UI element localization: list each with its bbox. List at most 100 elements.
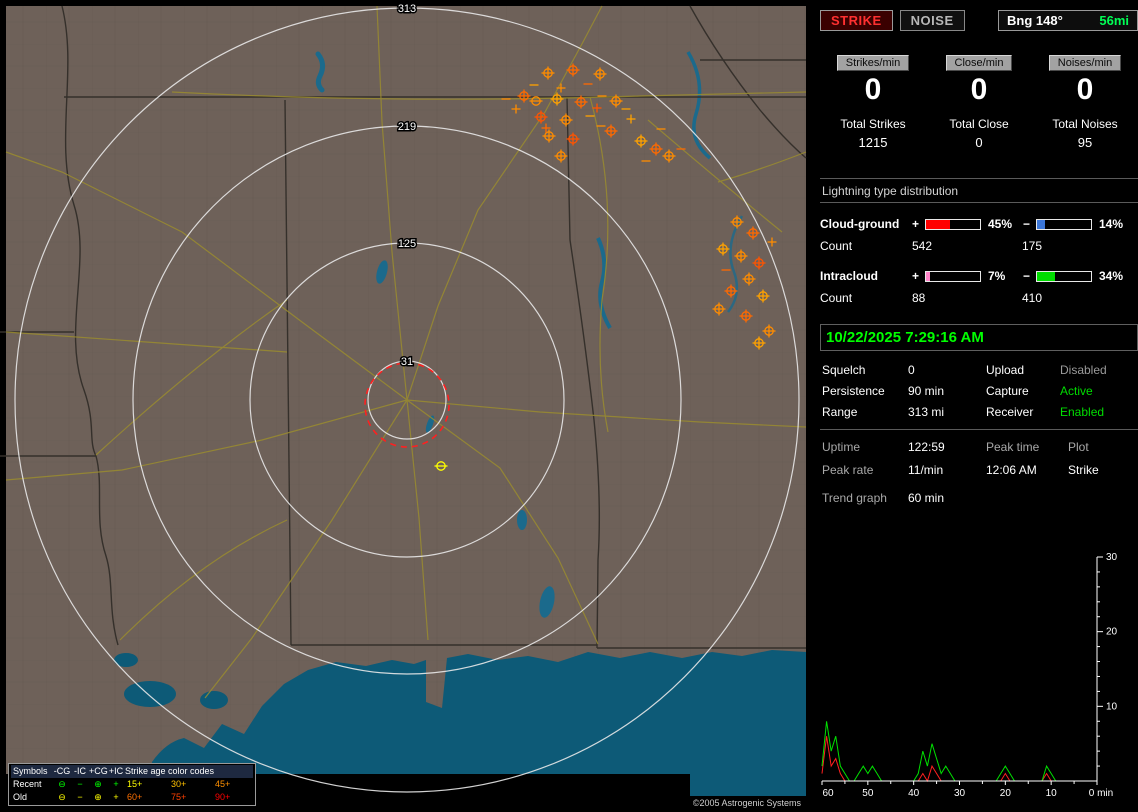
pos-ic-icon: + [113,792,119,802]
y-tick-label: 20 [1106,627,1118,638]
intracloud-row: Intracloud + 7% − 34% [820,269,1138,283]
ic-plus-count: 88 [912,291,926,305]
range-ring-label: 219 [398,121,416,133]
bearing-display: Bng 148° 56mi [998,10,1138,31]
intracloud-count-row: Count 88 410 [820,291,1138,305]
bearing-distance: 56mi [1099,13,1129,28]
legend-old-label: Old [13,792,28,802]
minus-sign: − [1023,269,1031,283]
ic-minus-bar [1036,270,1092,282]
trend-series-strike [821,721,1097,782]
legend-col-neg-ic: -IC [74,766,86,776]
distribution-title: Lightning type distribution [820,179,1138,203]
cloud-ground-row: Cloud-ground + 45% − 14% [820,217,1138,231]
peak-rate-value: 11/min [908,463,944,477]
strikes-per-min-value: 0 [864,73,882,106]
neg-cg-icon: ⊖ [58,779,66,789]
rate-labels-row: Strikes/min Close/min Noises/min [820,55,1138,71]
strike-indicator-button[interactable]: STRIKE [820,10,893,31]
legend-recent-row: Recent ⊖ − ⊕ + 15+ 30+ 45+ [11,778,253,791]
cloud-ground-count-row: Count 542 175 [820,239,1138,253]
age-60: 60+ [127,792,143,802]
total-strikes-value: 1215 [858,135,888,150]
lightning-detector-app: 313 219 125 31 Symbols -CG -IC +CG +IC Stri… [0,0,1138,812]
cloud-ground-label: Cloud-ground [820,217,900,231]
x-tick-label: 20 [1000,788,1012,799]
squelch-value: 0 [908,363,915,377]
receiver-label: Receiver [986,405,1034,419]
ic-minus-count: 410 [1022,291,1043,305]
map-area[interactable]: 313 219 125 31 Symbols -CG -IC +CG +IC Stri… [0,0,812,812]
cg-minus-pct: 14% [1099,217,1124,231]
ic-minus-pct: 34% [1099,269,1124,283]
close-per-min-value: 0 [970,73,988,106]
cg-plus-count: 542 [912,239,933,253]
upload-label: Upload [986,363,1025,377]
age-15: 15+ [127,779,143,789]
total-strikes-label: Total Strikes [840,117,906,131]
age-45: 45+ [215,779,231,789]
neg-ic-icon: − [77,779,83,789]
noise-indicator-button[interactable]: NOISE [899,10,965,31]
legend-col-pos-cg: +CG [89,766,108,776]
persistence-value: 90 min [908,384,945,398]
cg-plus-bar [925,218,981,230]
range-value: 313 mi [908,405,945,419]
map-canvas[interactable]: 313 219 125 31 [0,0,812,812]
count-label: Count [820,239,853,253]
control-panel: STRIKE NOISE Bng 148° 56mi Strikes/min C… [812,0,1138,812]
x-tick-label: 50 [862,788,874,799]
close-per-min-button[interactable]: Close/min [945,55,1013,71]
legend-col-pos-ic: +IC [108,766,124,776]
x-axis-end-label: 0 min [1089,788,1113,799]
total-close-value: 0 [975,135,983,150]
uptime-value: 122:59 [908,440,945,454]
trend-series-close [821,736,1097,783]
age-30: 30+ [171,779,187,789]
pos-ic-icon: + [113,779,119,789]
legend-old-row: Old ⊖ − ⊕ + 60+ 75+ 90+ [11,791,253,804]
trend-graph-label: Trend graph [822,491,887,505]
trend-graph-window: 60 min [908,491,945,505]
pos-cg-icon: ⊕ [94,779,102,789]
strike-legend: Symbols -CG -IC +CG +IC Strike age color… [8,763,256,806]
settings-grid: Squelch 0 Upload Disabled Persistence 90… [820,361,1138,429]
x-tick-label: 60 [822,788,834,799]
plot-value: Strike [1068,463,1099,477]
cg-plus-pct: 45% [988,217,1013,231]
cg-minus-count: 175 [1022,239,1043,253]
strikes-per-min-button[interactable]: Strikes/min [836,55,910,71]
trend-graph-canvas: 10 20 30 60 50 40 30 20 10 0 min [821,552,1118,799]
x-tick-label: 40 [908,788,920,799]
squelch-label: Squelch [822,363,866,377]
age-75: 75+ [171,792,187,802]
legend-recent-label: Recent [13,779,42,789]
count-label: Count [820,291,853,305]
persistence-label: Persistence [822,384,885,398]
upload-status: Disabled [1060,363,1107,377]
peak-time-label: Peak time [986,440,1040,454]
x-tick-label: 30 [954,788,966,799]
trend-graph: 10 20 30 60 50 40 30 20 10 0 min [820,551,1138,806]
age-90: 90+ [215,792,231,802]
copyright-text: ©2005 Astrogenic Systems [684,796,809,810]
total-noises-value: 95 [1077,135,1093,150]
range-ring-label: 125 [398,238,416,250]
plus-sign: + [912,217,920,231]
plot-label: Plot [1068,440,1089,454]
peak-rate-label: Peak rate [822,463,874,477]
pos-cg-icon: ⊕ [94,792,102,802]
cg-minus-bar [1036,218,1092,230]
neg-ic-icon: − [77,792,83,802]
range-label: Range [822,405,858,419]
noises-per-min-button[interactable]: Noises/min [1048,55,1122,71]
legend-age-title: Strike age color codes [125,766,215,776]
ic-plus-bar [925,270,981,282]
legend-header-row: Symbols -CG -IC +CG +IC Strike age color… [11,765,253,778]
datetime-display: 10/22/2025 7:29:16 AM [820,324,1138,351]
trend-label-row: Trend graph 60 min [820,481,1138,505]
total-noises-label: Total Noises [1052,117,1118,131]
status-grid: Uptime 122:59 Peak time Plot Peak rate 1… [820,430,1138,481]
uptime-label: Uptime [822,440,861,454]
intracloud-label: Intracloud [820,269,879,283]
